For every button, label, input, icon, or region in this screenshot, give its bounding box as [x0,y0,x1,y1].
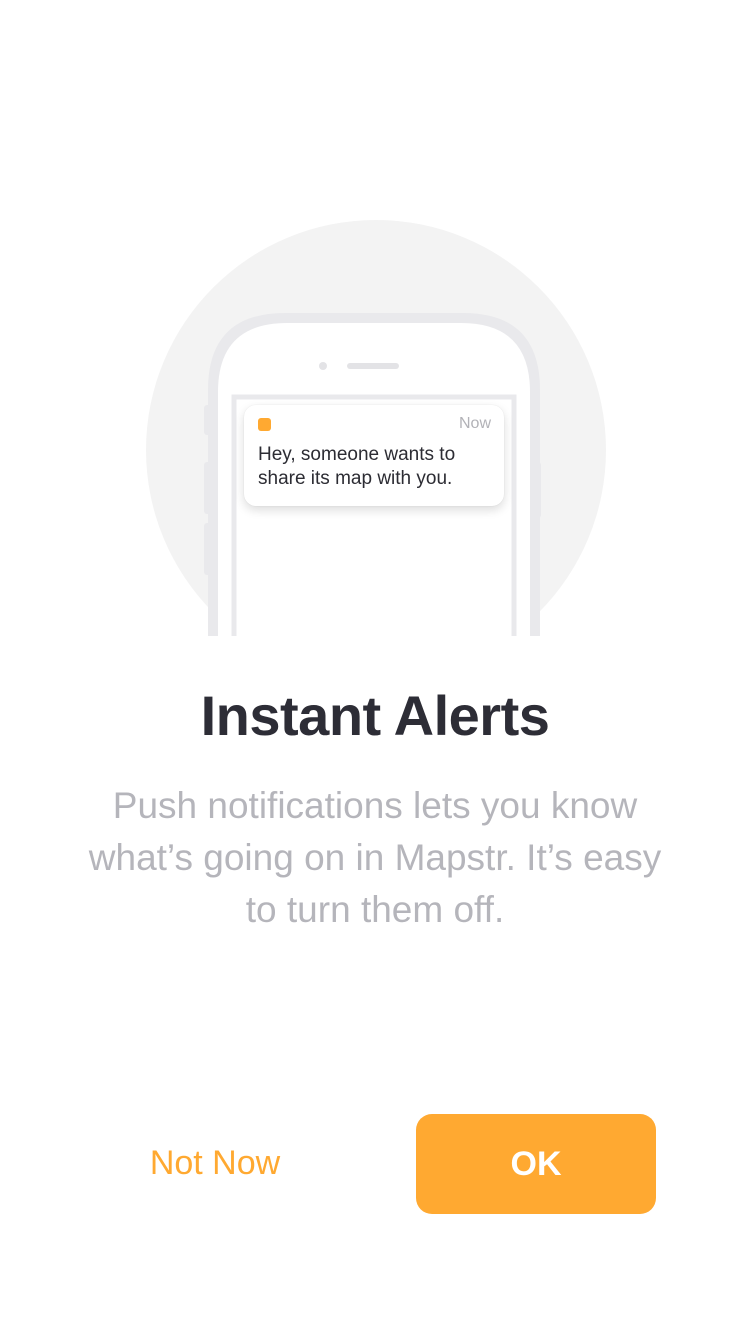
page-description: Push notifications lets you know what’s … [88,785,662,930]
phone-illustration [146,220,606,636]
notification-time: Now [458,415,491,432]
phone-speaker [347,363,399,369]
app-icon [258,418,271,431]
page-title: Instant Alerts [200,684,550,747]
ok-button[interactable]: OK [416,1114,656,1214]
notification-message: Hey, someone wants to share its map with… [258,444,456,489]
notification-illustration: Now Hey, someone wants to share its map … [0,0,750,660]
notification-card: Now Hey, someone wants to share its map … [244,405,504,506]
phone-camera [319,362,327,370]
not-now-button[interactable]: Not Now [110,1114,320,1212]
